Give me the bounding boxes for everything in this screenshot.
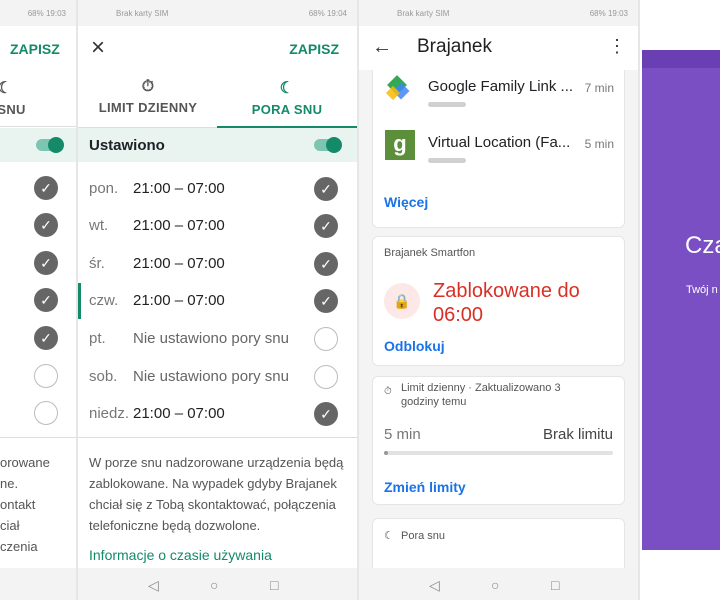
- app-icon-virtual-location: g: [385, 130, 415, 160]
- unchecked-circle-icon[interactable]: [34, 364, 58, 388]
- app-name: Google Family Link ...: [428, 78, 574, 95]
- bedtime-toggle[interactable]: [314, 137, 342, 153]
- check-icon[interactable]: ✓: [34, 213, 58, 237]
- check-icon[interactable]: ✓: [314, 289, 338, 313]
- check-icon[interactable]: ✓: [34, 176, 58, 200]
- home-nav-icon[interactable]: ○: [491, 577, 499, 593]
- device-name: Brajanek Smartfon: [384, 247, 476, 259]
- more-options-icon[interactable]: ⋮: [608, 36, 626, 57]
- status-right: 68% 19:03: [589, 9, 628, 18]
- device-card: Brajanek Smartfon 🔒 Zablokowane do 06:00…: [372, 236, 625, 366]
- status-bar: 68% 19:03: [0, 0, 76, 26]
- bedtime-label: Pora snu: [401, 530, 446, 542]
- save-button[interactable]: ZAPISZ: [10, 41, 60, 57]
- check-icon[interactable]: ✓: [314, 214, 338, 238]
- locked-screen-header: [642, 50, 720, 68]
- app-time: 5 min: [584, 137, 614, 151]
- close-icon[interactable]: ×: [91, 34, 105, 62]
- screen-time-info-link[interactable]: Informacje o czasie używania: [89, 547, 272, 563]
- app-bar: ← Brajanek ⋮: [359, 26, 638, 70]
- recents-nav-icon[interactable]: □: [551, 577, 559, 593]
- tab-daily-limit-label: LIMIT DZIENNY: [98, 100, 198, 115]
- status-right: 68% 19:04: [308, 9, 347, 18]
- navigation-bar: ◁ ○ □: [359, 568, 638, 600]
- recents-nav-icon[interactable]: □: [270, 577, 278, 593]
- daily-limit-card: ⏱ Limit dzienny · Zaktualizowano 3 godzi…: [372, 376, 625, 505]
- locked-screen-partial: Cza Twój n: [640, 0, 720, 600]
- day-row[interactable]: pt. Nie ustawiono pory snu: [78, 321, 357, 357]
- change-limits-button[interactable]: Zmień limity: [384, 479, 466, 495]
- apps-card: Google Family Link ... 7 min g Virtual L…: [372, 70, 625, 228]
- bedtime-toggle[interactable]: [36, 137, 64, 153]
- day-row-selected[interactable]: czw. 21:00 – 07:00 ✓: [78, 283, 357, 319]
- set-row: [0, 128, 76, 162]
- back-arrow-icon[interactable]: ←: [372, 36, 392, 59]
- locked-status: Zablokowane do 06:00: [433, 280, 580, 326]
- app-name: Virtual Location (Fa...: [428, 134, 571, 151]
- day-row[interactable]: niedz. 21:00 – 07:00 ✓: [78, 396, 357, 432]
- set-label: Ustawiono: [89, 137, 165, 154]
- more-link[interactable]: Więcej: [384, 194, 428, 210]
- tab-bar: ⏱ LIMIT DZIENNY ☾ PORA SNU: [78, 72, 357, 128]
- check-icon[interactable]: ✓: [314, 402, 338, 426]
- day-row[interactable]: sob. Nie ustawiono pory snu: [78, 359, 357, 395]
- tab-bedtime-label: PORA SNU: [251, 102, 323, 117]
- timer-icon: ⏱: [141, 78, 155, 95]
- page-title: Brajanek: [417, 36, 492, 57]
- unchecked-circle-icon[interactable]: [314, 327, 338, 351]
- status-bar: Brak karty SIM 68% 19:03: [359, 0, 638, 26]
- limit-value: Brak limitu: [542, 426, 613, 443]
- lock-icon: 🔒: [384, 283, 420, 319]
- set-row: Ustawiono: [78, 128, 357, 162]
- phone-screen-bedtime: Brak karty SIM 68% 19:04 × ZAPISZ ⏱ LIMI…: [78, 0, 357, 600]
- locked-title: Cza: [685, 232, 720, 259]
- info-text-partial: orowane ne. ontakt ciał czenia: [0, 455, 50, 554]
- status-right: 68% 19:03: [27, 9, 66, 18]
- phone-screen-child-profile: Brak karty SIM 68% 19:03 ← Brajanek ⋮ Go…: [359, 0, 638, 600]
- usage-bar: [428, 102, 466, 107]
- check-icon[interactable]: ✓: [34, 251, 58, 275]
- selected-indicator: [78, 283, 81, 319]
- usage-bar: [428, 158, 466, 163]
- tab-bedtime-label: A SNU: [0, 102, 26, 117]
- bedtime-info-text: W porze snu nadzorowane urządzenia będą …: [89, 455, 344, 533]
- back-nav-icon[interactable]: ◁: [148, 577, 159, 594]
- app-time: 7 min: [584, 81, 614, 95]
- check-icon[interactable]: ✓: [314, 177, 338, 201]
- check-icon[interactable]: ✓: [34, 326, 58, 350]
- day-row[interactable]: wt. 21:00 – 07:00 ✓: [78, 208, 357, 244]
- limit-used: 5 min: [384, 426, 421, 443]
- back-nav-icon[interactable]: ◁: [429, 577, 440, 594]
- limit-header: Limit dzienny · Zaktualizowano 3 godziny…: [401, 382, 561, 408]
- navigation-bar: [0, 568, 76, 600]
- save-button[interactable]: ZAPISZ: [289, 41, 339, 57]
- limit-progress: [384, 451, 613, 455]
- unchecked-circle-icon[interactable]: [34, 401, 58, 425]
- locked-subtitle: Twój n: [686, 284, 718, 296]
- phone-screen-bedtime-partial: 68% 19:03 ZAPISZ ☾ A SNU ✓ ✓ ✓ ✓ ✓ orowa…: [0, 0, 76, 600]
- status-bar: Brak karty SIM 68% 19:04: [78, 0, 357, 26]
- day-row[interactable]: śr. 21:00 – 07:00 ✓: [78, 246, 357, 282]
- moon-icon: ☾: [279, 80, 295, 97]
- check-icon[interactable]: ✓: [34, 288, 58, 312]
- status-carrier: Brak karty SIM: [116, 9, 169, 18]
- moon-icon: ☾: [0, 80, 13, 97]
- navigation-bar: ◁ ○ □: [78, 568, 357, 600]
- unlock-button[interactable]: Odblokuj: [384, 338, 445, 354]
- divider: [78, 437, 357, 438]
- moon-icon: ☾: [384, 530, 394, 542]
- timer-icon: ⏱: [384, 386, 392, 397]
- home-nav-icon[interactable]: ○: [210, 577, 218, 593]
- check-icon[interactable]: ✓: [314, 252, 338, 276]
- locked-screen: Cza Twój n: [642, 50, 720, 550]
- tab-bedtime[interactable]: ☾ A SNU: [0, 72, 70, 127]
- tab-daily-limit[interactable]: ⏱ LIMIT DZIENNY: [78, 72, 218, 127]
- app-icon-family-link: [385, 75, 410, 102]
- day-row[interactable]: pon. 21:00 – 07:00 ✓: [78, 171, 357, 207]
- tab-bedtime[interactable]: ☾ PORA SNU: [217, 72, 357, 127]
- status-carrier: Brak karty SIM: [397, 9, 450, 18]
- unchecked-circle-icon[interactable]: [314, 365, 338, 389]
